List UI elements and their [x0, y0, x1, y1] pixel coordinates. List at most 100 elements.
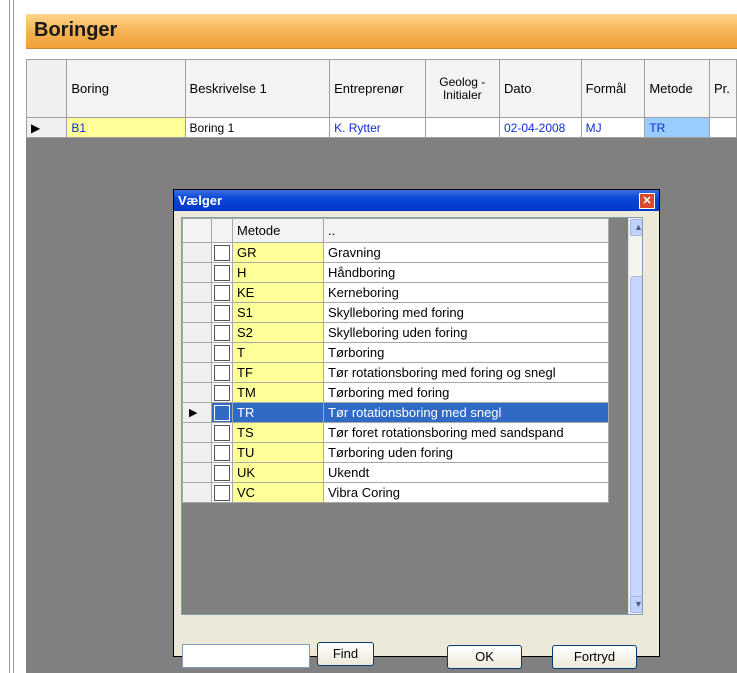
checkbox-icon[interactable]	[214, 384, 230, 401]
checkbox-icon[interactable]	[214, 344, 230, 361]
vertical-scrollbar[interactable]: ▲ ▼	[628, 218, 642, 614]
cell-entreprenor[interactable]: K. Rytter	[329, 117, 426, 138]
list-item-desc[interactable]: Tørboring med foring	[323, 382, 609, 403]
col-header-formal[interactable]: Formål	[580, 59, 646, 118]
list-item-checkbox-cell[interactable]	[211, 402, 233, 423]
list-item-desc[interactable]: Kerneboring	[323, 282, 609, 303]
list-item-desc[interactable]: Håndboring	[323, 262, 609, 283]
cell-dato[interactable]: 02-04-2008	[498, 117, 582, 138]
checkbox-icon[interactable]	[214, 264, 230, 281]
checkbox-icon[interactable]	[214, 244, 230, 261]
list-item-desc[interactable]: Skylleboring med foring	[323, 302, 609, 323]
cell-beskrivelse[interactable]: Boring 1	[184, 117, 331, 138]
checkbox-icon[interactable]	[214, 484, 230, 501]
list-item-code[interactable]: VC	[232, 482, 324, 503]
cell-metode[interactable]: TR	[644, 117, 710, 138]
col-header-dato[interactable]: Dato	[498, 59, 582, 118]
checkbox-icon[interactable]	[214, 284, 230, 301]
cell-geolog[interactable]	[424, 117, 500, 138]
checkbox-icon[interactable]	[214, 404, 230, 421]
list-item[interactable]: T Tørboring	[182, 342, 609, 363]
list-item[interactable]: TF Tør rotationsboring med foring og sneg…	[182, 362, 609, 383]
list-row-selector[interactable]	[182, 262, 212, 283]
cell-pr[interactable]	[709, 117, 737, 138]
list-item-checkbox-cell[interactable]	[211, 282, 233, 303]
list-item-desc[interactable]: Skylleboring uden foring	[323, 322, 609, 343]
list-item-code[interactable]: S2	[232, 322, 324, 343]
list-item-checkbox-cell[interactable]	[211, 262, 233, 283]
list-item-checkbox-cell[interactable]	[211, 342, 233, 363]
list-item-checkbox-cell[interactable]	[211, 382, 233, 403]
table-row[interactable]: ▶ B1 Boring 1 K. Rytter 02-04-2008 MJ TR	[25, 117, 737, 138]
list-item-code[interactable]: H	[232, 262, 324, 283]
list-row-selector[interactable]	[182, 482, 212, 503]
list-item-desc[interactable]: Tør foret rotationsboring med sandspand	[323, 422, 609, 443]
checkbox-icon[interactable]	[214, 424, 230, 441]
list-item-checkbox-cell[interactable]	[211, 322, 233, 343]
list-item-checkbox-cell[interactable]	[211, 482, 233, 503]
list-item-code[interactable]: UK	[232, 462, 324, 483]
list-item-desc[interactable]: Tørboring	[323, 342, 609, 363]
list-item[interactable]: KE Kerneboring	[182, 282, 609, 303]
list-item-checkbox-cell[interactable]	[211, 362, 233, 383]
checkbox-icon[interactable]	[214, 444, 230, 461]
checkbox-icon[interactable]	[214, 324, 230, 341]
list-item-desc[interactable]: Tør rotationsboring med snegl	[323, 402, 609, 423]
list-row-selector[interactable]	[182, 322, 212, 343]
list-row-selector[interactable]	[182, 462, 212, 483]
list-item-checkbox-cell[interactable]	[211, 422, 233, 443]
list-item[interactable]: TS Tør foret rotationsboring med sandspan…	[182, 422, 609, 443]
checkbox-icon[interactable]	[214, 304, 230, 321]
list-item-checkbox-cell[interactable]	[211, 462, 233, 483]
list-item-checkbox-cell[interactable]	[211, 442, 233, 463]
col-header-geolog[interactable]: Geolog - Initialer	[424, 59, 500, 118]
list-item-desc[interactable]: Tørboring uden foring	[323, 442, 609, 463]
list-item[interactable]: H Håndboring	[182, 262, 609, 283]
list-item-code[interactable]: TS	[232, 422, 324, 443]
cell-boring[interactable]: B1	[66, 117, 186, 138]
list-item[interactable]: TU Tørboring uden foring	[182, 442, 609, 463]
scroll-up-icon[interactable]: ▲	[630, 219, 642, 236]
close-icon[interactable]: ✕	[639, 193, 655, 209]
list-item[interactable]: UK Ukendt	[182, 462, 609, 483]
list-row-selector[interactable]	[182, 282, 212, 303]
list-row-selector[interactable]	[182, 382, 212, 403]
col-header-boring[interactable]: Boring	[66, 59, 186, 118]
row-selector[interactable]: ▶	[25, 117, 68, 138]
dialog-titlebar[interactable]: Vælger ✕	[174, 190, 659, 211]
list-row-selector[interactable]	[182, 422, 212, 443]
list-item-code[interactable]: TF	[232, 362, 324, 383]
search-input[interactable]	[182, 644, 310, 668]
list-item[interactable]: S2 Skylleboring uden foring	[182, 322, 609, 343]
list-item-code[interactable]: TM	[232, 382, 324, 403]
list-item-desc[interactable]: Ukendt	[323, 462, 609, 483]
list-item-desc[interactable]: Vibra Coring	[323, 482, 609, 503]
list-item[interactable]: ▶ TR Tør rotationsboring med snegl	[182, 402, 609, 423]
cell-formal[interactable]: MJ	[580, 117, 646, 138]
list-row-selector[interactable]	[182, 302, 212, 323]
list-row-selector[interactable]	[182, 242, 212, 263]
list-col-header-metode[interactable]: Metode	[232, 218, 324, 243]
checkbox-icon[interactable]	[214, 364, 230, 381]
list-item-code[interactable]: TU	[232, 442, 324, 463]
list-col-header-desc[interactable]: ..	[323, 218, 609, 243]
list-item[interactable]: S1 Skylleboring med foring	[182, 302, 609, 323]
list-item-desc[interactable]: Gravning	[323, 242, 609, 263]
scroll-down-icon[interactable]: ▼	[630, 596, 642, 613]
col-header-metode[interactable]: Metode	[644, 59, 710, 118]
list-item-code[interactable]: KE	[232, 282, 324, 303]
list-row-selector[interactable]	[182, 342, 212, 363]
checkbox-icon[interactable]	[214, 464, 230, 481]
col-header-entreprenor[interactable]: Entreprenør	[329, 59, 426, 118]
find-button[interactable]: Find	[317, 642, 374, 666]
ok-button[interactable]: OK	[447, 645, 522, 669]
list-row-selector[interactable]	[182, 442, 212, 463]
scroll-thumb[interactable]	[630, 276, 642, 598]
cancel-button[interactable]: Fortryd	[552, 645, 637, 669]
list-item-desc[interactable]: Tør rotationsboring med foring og snegl	[323, 362, 609, 383]
list-item-code[interactable]: TR	[232, 402, 324, 423]
list-item-checkbox-cell[interactable]	[211, 242, 233, 263]
list-item-checkbox-cell[interactable]	[211, 302, 233, 323]
list-row-selector[interactable]	[182, 362, 212, 383]
col-header-beskrivelse[interactable]: Beskrivelse 1	[184, 59, 331, 118]
